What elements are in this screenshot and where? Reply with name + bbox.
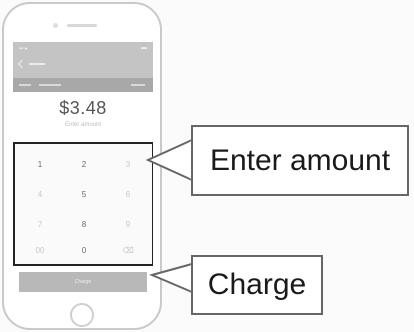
sub-bar [13,78,153,92]
speaker-icon [67,24,97,27]
phone-screen: ▪▪ ▸ ▬ $3.48 Enter amount 1 2 3 4 5 6 7 [13,42,153,294]
amount-display: $3.48 Enter amount [13,92,153,134]
status-left: ▪▪ ▸ [19,46,28,52]
charge-button[interactable]: Charge [19,272,147,292]
status-right: ▬ [141,45,147,51]
title-row [17,59,147,69]
subbar-segment [131,84,145,86]
app-bar: ▪▪ ▸ ▬ [13,42,153,78]
keypad-highlight: 1 2 3 4 5 6 7 8 9 00 0 ⌫ [13,142,153,266]
status-bar: ▪▪ ▸ ▬ [19,45,147,55]
amount-value: $3.48 [59,98,107,118]
back-icon[interactable] [17,59,27,69]
keypad-key-1[interactable]: 1 [17,150,63,180]
camera-icon [53,23,58,28]
keypad-key-5[interactable]: 5 [61,180,107,210]
callout-charge-text: Charge [207,268,307,301]
subbar-segment [19,84,31,86]
keypad-key-4[interactable]: 4 [17,180,63,210]
home-button-icon[interactable] [70,303,94,327]
keypad-key-2[interactable]: 2 [61,150,107,180]
callout-enter-amount-text: Enter amount [209,143,391,177]
amount-caption: Enter amount [64,122,102,128]
subbar-segment [39,84,61,86]
keypad-key-0[interactable]: 0 [61,236,107,266]
keypad-key-3[interactable]: 3 [105,150,151,180]
title-placeholder [29,63,45,65]
phone-frame: ▪▪ ▸ ▬ $3.48 Enter amount 1 2 3 4 5 6 7 [2,2,162,330]
keypad-key-backspace[interactable]: ⌫ [105,236,151,266]
keypad-key-6[interactable]: 6 [105,180,151,210]
keypad-key-00[interactable]: 00 [17,236,63,266]
callout-enter-amount: Enter amount [191,125,409,196]
callout-charge: Charge [191,255,323,315]
